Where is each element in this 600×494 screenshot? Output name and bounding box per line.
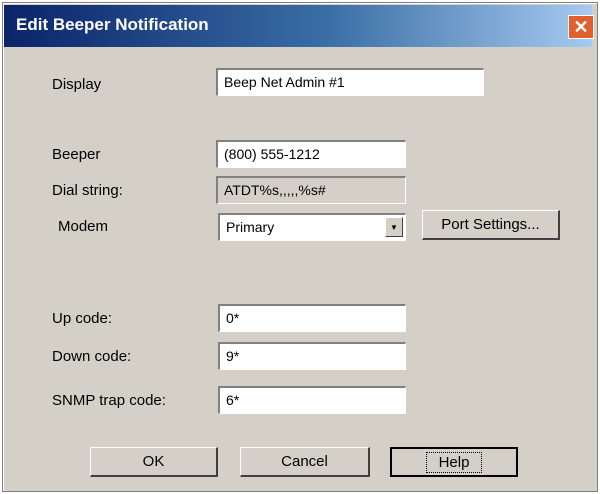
help-button[interactable]: Help — [390, 447, 518, 477]
title-bar[interactable]: Edit Beeper Notification ✕ — [4, 5, 594, 47]
dial-string-label: Dial string: — [52, 182, 123, 199]
up-code-label: Up code: — [52, 310, 113, 327]
beeper-field[interactable]: (800) 555-1212 — [216, 140, 406, 168]
beeper-label: Beeper — [52, 146, 101, 163]
modem-selected-value: Primary — [226, 219, 275, 235]
up-code-field[interactable]: 0* — [218, 304, 406, 332]
port-settings-button[interactable]: Port Settings... — [422, 210, 560, 240]
modem-label: Modem — [58, 218, 109, 235]
display-label: Display — [52, 76, 102, 93]
ok-button[interactable]: OK — [90, 447, 218, 477]
modem-select[interactable]: Primary ▼ — [218, 213, 406, 241]
display-field[interactable]: Beep Net Admin #1 — [216, 68, 484, 96]
cancel-button[interactable]: Cancel — [240, 447, 370, 477]
snmp-trap-code-field[interactable]: 6* — [218, 386, 406, 414]
down-code-field[interactable]: 9* — [218, 342, 406, 370]
down-code-label: Down code: — [52, 348, 132, 365]
close-button[interactable]: ✕ — [568, 15, 594, 39]
chevron-down-icon[interactable]: ▼ — [385, 217, 403, 237]
dial-string-field: ATDT%s,,,,,%s# — [216, 176, 406, 204]
snmp-trap-code-label: SNMP trap code: — [52, 392, 166, 409]
dialog-title: Edit Beeper Notification — [16, 15, 209, 34]
help-button-label: Help — [425, 451, 483, 473]
